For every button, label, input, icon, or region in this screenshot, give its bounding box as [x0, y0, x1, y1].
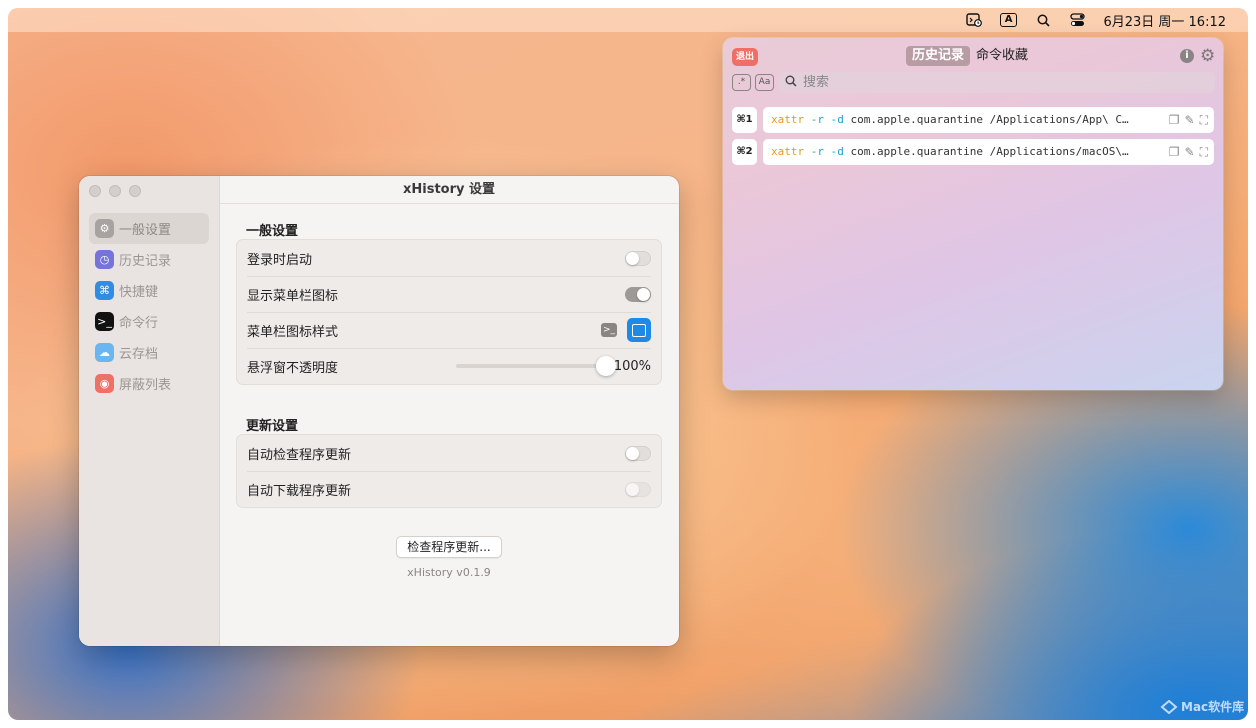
section-header-update: 更新设置 — [246, 419, 299, 434]
sidebar-item-label: 历史记录 — [119, 254, 172, 269]
expand-icon[interactable]: ⛶ — [1200, 145, 1208, 160]
panel-opacity-slider[interactable] — [455, 356, 616, 376]
show-menubar-icon-label: 显示菜单栏图标 — [247, 288, 339, 304]
pin-icon[interactable]: ✎ — [1185, 145, 1195, 159]
command-flags: -r -d — [810, 145, 844, 158]
launch-at-login-toggle[interactable] — [625, 250, 651, 266]
history-item-command[interactable]: xattr -r -d com.apple.quarantine /Applic… — [763, 139, 1214, 165]
sidebar-item-label: 云存档 — [119, 347, 159, 362]
pin-icon[interactable]: ✎ — [1185, 113, 1195, 127]
eye-slash-icon: ◉ — [95, 374, 114, 393]
panel-tabs: 历史记录 命令收藏 — [906, 46, 1034, 66]
history-item-shortcut: ⌘1 — [732, 107, 757, 133]
auto-check-label: 自动检查程序更新 — [247, 447, 352, 463]
section-header-general: 一般设置 — [246, 224, 299, 239]
auto-download-row: 自动下载程序更新 — [237, 471, 661, 507]
history-item-command[interactable]: xattr -r -d com.apple.quarantine /Applic… — [763, 107, 1214, 133]
icon-style-options: >_ — [601, 318, 651, 342]
history-item[interactable]: ⌘1 xattr -r -d com.apple.quarantine /App… — [732, 107, 1214, 133]
settings-window: ⚙ 一般设置 ◷ 历史记录 ⌘ 快捷键 >_ 命令行 ☁ 云存档 ◉ 屏蔽列表 … — [79, 176, 679, 646]
search-icon — [785, 75, 797, 90]
icon-style-option-terminal-icon[interactable]: >_ — [601, 323, 617, 337]
command-args: com.apple.quarantine /Applications/macOS… — [843, 145, 1129, 158]
version-label: xHistory v0.1.9 — [407, 566, 491, 579]
update-settings-group: 自动检查程序更新 自动下载程序更新 — [236, 434, 662, 508]
command-flags: -r -d — [810, 113, 844, 126]
control-center-icon[interactable] — [1069, 13, 1085, 27]
window-controls — [89, 185, 141, 197]
regex-toggle-button[interactable]: .* — [732, 74, 751, 91]
cloud-icon: ☁ — [95, 343, 114, 362]
exit-button[interactable]: 退出 — [732, 48, 758, 66]
window-title: xHistory 设置 — [219, 176, 679, 204]
tab-history[interactable]: 历史记录 — [906, 46, 971, 66]
show-menubar-icon-row: 显示菜单栏图标 — [237, 276, 661, 312]
command-args: com.apple.quarantine /Applications/App\ … — [843, 113, 1129, 126]
settings-content: 一般设置 登录时启动 显示菜单栏图标 菜单栏图标样式 >_ 悬浮窗不透明度 10… — [236, 212, 662, 579]
panel-opacity-label: 悬浮窗不透明度 — [247, 360, 339, 376]
sidebar-item-history[interactable]: ◷ 历史记录 — [89, 244, 209, 275]
history-item[interactable]: ⌘2 xattr -r -d com.apple.quarantine /App… — [732, 139, 1214, 165]
sidebar-item-label: 命令行 — [119, 316, 159, 331]
minimize-button[interactable] — [109, 185, 121, 197]
panel-opacity-row: 悬浮窗不透明度 100% — [237, 348, 661, 384]
search-bar — [779, 72, 1215, 93]
clock-icon: ◷ — [95, 250, 114, 269]
info-icon[interactable]: i — [1180, 49, 1194, 63]
sidebar-list: ⚙ 一般设置 ◷ 历史记录 ⌘ 快捷键 >_ 命令行 ☁ 云存档 ◉ 屏蔽列表 — [89, 213, 209, 399]
gear-icon[interactable]: ⚙ — [1200, 46, 1215, 66]
spotlight-search-icon[interactable] — [1035, 13, 1051, 27]
launch-at-login-row: 登录时启动 — [237, 240, 661, 276]
sidebar-item-label: 一般设置 — [119, 223, 172, 238]
sidebar-item-general[interactable]: ⚙ 一般设置 — [89, 213, 209, 244]
menubar-icon-style-row: 菜单栏图标样式 >_ — [237, 312, 661, 348]
tab-favorites[interactable]: 命令收藏 — [970, 46, 1034, 66]
terminal-icon: >_ — [95, 312, 114, 331]
auto-check-row: 自动检查程序更新 — [237, 435, 661, 471]
auto-check-toggle[interactable] — [625, 445, 651, 461]
panel-opacity-control: 100% — [455, 356, 651, 376]
history-item-shortcut: ⌘2 — [732, 139, 757, 165]
launch-at-login-label: 登录时启动 — [247, 252, 313, 268]
sidebar-item-shortcuts[interactable]: ⌘ 快捷键 — [89, 275, 209, 306]
menubar-clock[interactable]: 6月23日 周一 16:12 — [1103, 11, 1226, 30]
sidebar-item-label: 快捷键 — [119, 285, 159, 300]
input-method-indicator[interactable]: A — [999, 13, 1018, 27]
desktop: A 6月23日 周一 16:12 ⚙ 一般设置 ◷ 历史记录 ⌘ 快捷键 >_ … — [8, 8, 1248, 720]
sidebar-item-label: 屏蔽列表 — [119, 378, 172, 393]
watermark-logo: Mac软件库 — [1160, 698, 1244, 715]
history-panel: 退出 历史记录 命令收藏 i ⚙ .* Aa ⌘1 xattr -r -d co… — [723, 38, 1223, 390]
gear-icon: ⚙ — [95, 219, 114, 238]
sidebar-item-cloud[interactable]: ☁ 云存档 — [89, 337, 209, 368]
history-item-actions: ❐ ✎ ⛶ — [1164, 139, 1208, 165]
terminal-clock-icon[interactable] — [966, 13, 982, 27]
command-name: xattr — [771, 145, 805, 158]
auto-download-label: 自动下载程序更新 — [247, 483, 352, 499]
watermark-text: Mac软件库 — [1181, 700, 1245, 714]
settings-sidebar: ⚙ 一般设置 ◷ 历史记录 ⌘ 快捷键 >_ 命令行 ☁ 云存档 ◉ 屏蔽列表 — [79, 176, 220, 646]
show-menubar-icon-toggle[interactable] — [625, 286, 651, 302]
close-button[interactable] — [89, 185, 101, 197]
search-input[interactable] — [801, 74, 1185, 91]
history-item-actions: ❐ ✎ ⛶ — [1164, 107, 1208, 133]
command-name: xattr — [771, 113, 805, 126]
case-sensitive-button[interactable]: Aa — [755, 74, 774, 91]
general-settings-group: 登录时启动 显示菜单栏图标 菜单栏图标样式 >_ 悬浮窗不透明度 100% — [236, 239, 662, 385]
expand-icon[interactable]: ⛶ — [1200, 113, 1208, 128]
panel-opacity-value: 100% — [613, 358, 651, 374]
zoom-button[interactable] — [129, 185, 141, 197]
sidebar-item-blocklist[interactable]: ◉ 屏蔽列表 — [89, 368, 209, 399]
auto-download-toggle[interactable] — [625, 481, 651, 497]
copy-icon[interactable]: ❐ — [1169, 113, 1180, 127]
command-icon: ⌘ — [95, 281, 114, 300]
copy-icon[interactable]: ❐ — [1169, 145, 1180, 159]
menubar-icon-style-label: 菜单栏图标样式 — [247, 324, 339, 340]
sidebar-item-cli[interactable]: >_ 命令行 — [89, 306, 209, 337]
check-updates-button[interactable]: 检查程序更新... — [396, 536, 502, 558]
icon-style-option-window-icon[interactable] — [627, 318, 651, 342]
menu-bar: A 6月23日 周一 16:12 — [8, 8, 1248, 32]
slider-thumb[interactable] — [595, 356, 616, 376]
